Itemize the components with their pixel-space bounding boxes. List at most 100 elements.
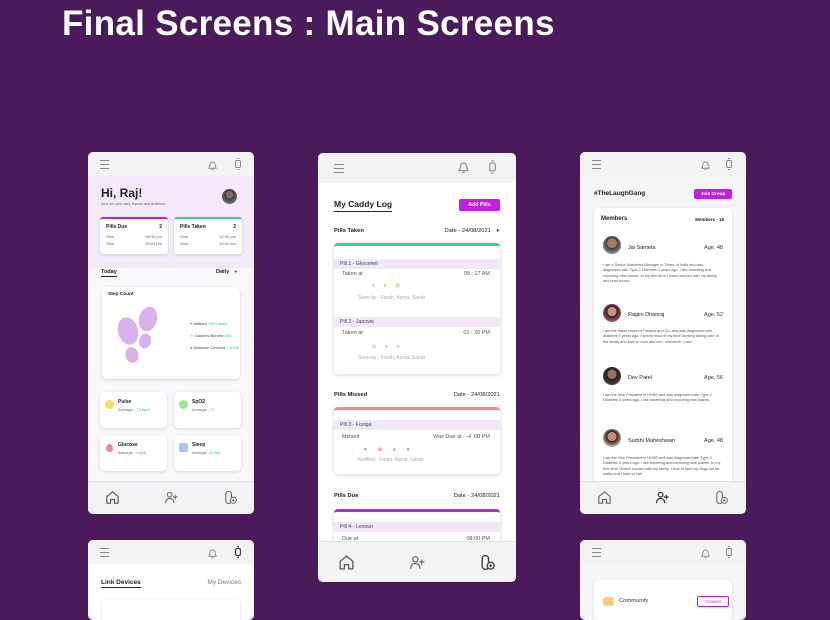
today-tab[interactable]: Today (101, 269, 117, 277)
member-description: I am a Senior Marketing Manager in Times… (603, 263, 717, 284)
glucose-average-value: mg/dl (136, 450, 147, 455)
step-count-card[interactable]: Step Count ♥ Walked 7000 steps ★ Calorie… (102, 287, 240, 379)
glucose-average: Average - mg/dl (118, 450, 147, 455)
watch-icon[interactable] (725, 545, 733, 558)
pills-due-section-label: Pills Due (334, 493, 359, 499)
pills-due-row-name: Glim (106, 234, 115, 239)
add-pills-button[interactable]: Add Pills (459, 199, 500, 211)
avatar[interactable] (603, 429, 621, 447)
pills-taken-date[interactable]: Date - 24/08/2021 ▼ (444, 228, 500, 234)
pills-taken-row-time: 10:00 am (219, 241, 236, 246)
sleep-card[interactable]: Sleep Average - 8 Hrs (174, 435, 241, 471)
join-group-button[interactable]: Join Group (694, 189, 732, 199)
menu-icon[interactable] (100, 160, 109, 169)
top-bar (88, 540, 254, 564)
glucose-card[interactable]: Glucose Average - mg/dl (100, 435, 167, 471)
pill-1-status: Taken at (342, 271, 363, 277)
bell-icon[interactable] (208, 158, 217, 171)
tab-my-devices[interactable]: My Devices (207, 579, 241, 586)
watch-icon[interactable] (234, 157, 242, 170)
calories-row: ★ Calories Burned 600 (190, 333, 231, 338)
bell-icon[interactable] (458, 161, 469, 174)
member-name: Jai Sameta (628, 245, 656, 251)
watch-icon[interactable] (234, 545, 242, 559)
users-icon[interactable] (409, 554, 426, 571)
member-name: Dev Patel (628, 375, 652, 381)
group-screen: #TheLaughGang Join Group Members Members… (580, 152, 746, 514)
distance-value: 7.5 KM (226, 345, 240, 350)
menu-icon[interactable] (592, 160, 601, 169)
bell-icon[interactable] (701, 546, 710, 559)
connect-button[interactable]: Connect (697, 596, 729, 607)
pill-icon[interactable] (479, 554, 496, 571)
watch-icon[interactable] (725, 157, 733, 170)
pills-missed-date: Date - 24/08/2021 (453, 392, 500, 398)
menu-icon[interactable] (100, 548, 109, 557)
period-value: Daily (216, 269, 230, 275)
pills-taken-card[interactable]: Pills Taken 2 Glim 12:30 pm Glim 10:00 a… (174, 217, 242, 254)
greeting: Hi, Raj! (101, 186, 143, 200)
watch-icon[interactable] (488, 160, 497, 174)
period-dropdown[interactable]: Daily ▼ (216, 269, 238, 275)
distance-row: ● Distance Covered 7.5 KM (190, 345, 239, 350)
home-icon[interactable] (105, 490, 120, 505)
member-description: I am the Sales Head of Fabasia and Co. a… (603, 329, 719, 344)
sleep-title: Sleep (192, 442, 206, 448)
pill-1-header: Pill 1 - Glycomet (334, 259, 500, 269)
avatar[interactable] (603, 304, 621, 322)
pills-due-card[interactable]: Pills Due 2 Glim 08:30 pm Glim 09:00 pm (100, 217, 168, 254)
pill-icon[interactable] (714, 490, 729, 505)
caddy-log-screen: My Caddy Log Add Pills Pills Taken Date … (318, 153, 516, 582)
home-icon[interactable] (597, 490, 612, 505)
users-icon[interactable] (655, 490, 670, 505)
step-count-title: Step Count (108, 292, 134, 297)
sleep-average-value: 8 Hrs (210, 450, 220, 455)
tab-link-devices[interactable]: Link Devices (101, 579, 141, 588)
sleep-average-label: Average (192, 450, 207, 455)
member-description: I am the Vice President in HHSB and was … (603, 393, 712, 403)
pills-due-row-name: Glim (106, 241, 115, 246)
caddy-title: My Caddy Log (334, 199, 393, 212)
pills-taken-row-name: Glim (180, 241, 189, 246)
bottom-nav (580, 481, 746, 514)
bell-icon[interactable] (208, 546, 217, 559)
pill-2-time: 01 : 20 PM (463, 330, 490, 336)
pill-icon[interactable] (223, 490, 238, 505)
spo2-average: Average - 97 (192, 407, 215, 412)
spo2-card[interactable]: SpO2 Average - 97 (174, 392, 241, 428)
users-icon[interactable] (164, 490, 179, 505)
pin-icon: ● (190, 345, 193, 350)
pills-taken-date-text: Date - 24/08/2021 (444, 228, 491, 234)
community-card[interactable]: Community Connect (594, 580, 732, 620)
pill-3-header: Pill 3 - Foziga (334, 420, 500, 430)
menu-icon[interactable] (334, 164, 344, 173)
distance-label: Distance Covered (193, 345, 226, 350)
pills-missed-card: Pill 3 - Foziga Missed Was Due at : -4 :… (334, 407, 500, 474)
walked-label: Walked (193, 321, 207, 326)
pill-2-header: Pill 2 - Janovia (334, 317, 500, 327)
member-age: Age, 52 (704, 312, 723, 318)
top-bar (580, 152, 746, 176)
bell-icon[interactable] (701, 158, 710, 171)
chevron-down-icon: ▼ (495, 228, 500, 233)
footprints-icon (110, 303, 166, 371)
home-icon[interactable] (338, 554, 355, 571)
pulse-card[interactable]: Pulse Average - 72 bpm (100, 392, 167, 428)
spo2-average-label: Average (192, 407, 207, 412)
pills-due-row-time: 09:00 pm (145, 241, 162, 246)
avatar[interactable] (603, 236, 621, 254)
top-bar (580, 540, 746, 564)
pills-missed-section-label: Pills Missed (334, 392, 368, 398)
calories-value: 600 (224, 333, 232, 338)
avatar[interactable] (222, 189, 237, 204)
pills-due-count: 2 (159, 224, 162, 230)
heart-hand-icon (603, 597, 614, 606)
pill-2-seen-by: Seen by - Farah, Asma, Sarah (358, 355, 426, 361)
greeting-subtitle: here are your daily reports and activiti… (101, 202, 165, 206)
avatar[interactable] (603, 367, 621, 385)
menu-icon[interactable] (592, 548, 601, 557)
spo2-average-value: 97 (210, 407, 215, 412)
heart-icon: ♥ (190, 321, 193, 326)
blood-drop-icon (106, 444, 113, 452)
pills-taken-label: Pills Taken (180, 224, 206, 230)
